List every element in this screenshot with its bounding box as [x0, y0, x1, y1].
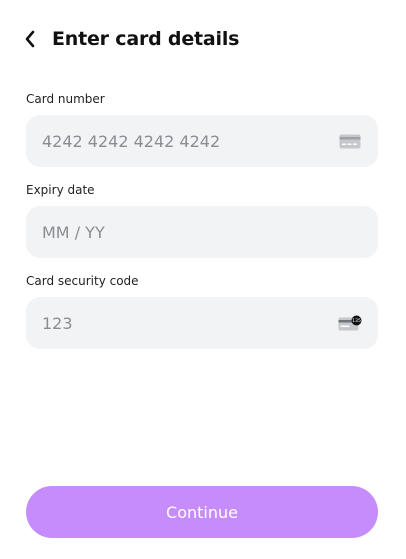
back-button[interactable]	[24, 24, 44, 54]
expiry-date-field-container[interactable]	[26, 206, 378, 258]
cvc-badge-text: 135	[352, 318, 361, 324]
page-title: Enter card details	[52, 28, 240, 50]
continue-button[interactable]: Continue	[26, 486, 378, 538]
card-number-input[interactable]	[42, 131, 338, 151]
header: Enter card details	[24, 24, 239, 54]
card-details-screen: Enter card details Card number Expiry da…	[0, 0, 406, 559]
expiry-date-label: Expiry date	[26, 183, 95, 197]
credit-card-icon	[338, 133, 362, 149]
security-code-input[interactable]	[42, 313, 338, 333]
security-code-label: Card security code	[26, 274, 139, 288]
expiry-date-input[interactable]	[42, 222, 362, 242]
security-code-field-container[interactable]: 135	[26, 297, 378, 349]
card-number-field-container[interactable]	[26, 115, 378, 167]
card-number-label: Card number	[26, 92, 105, 106]
chevron-left-icon	[25, 30, 35, 48]
card-cvc-icon: 135	[338, 315, 362, 331]
